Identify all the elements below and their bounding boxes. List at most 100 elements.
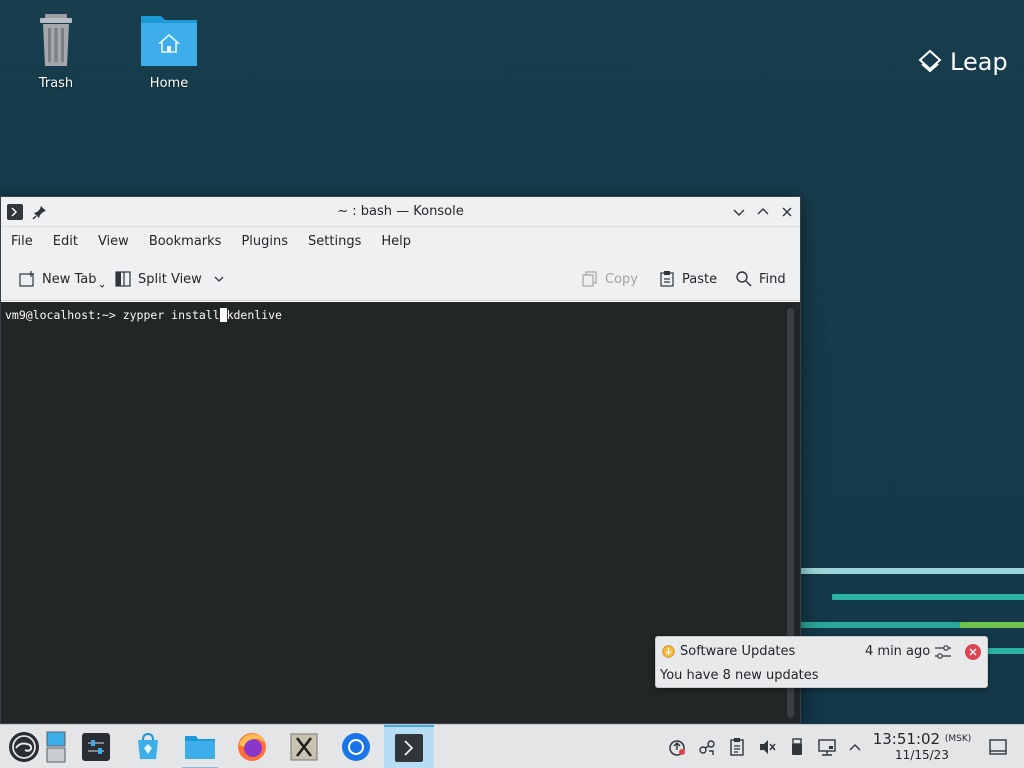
- usb-device-icon: [792, 738, 802, 755]
- clipboard-icon: [730, 738, 744, 756]
- tray-kde-connect[interactable]: [697, 737, 717, 757]
- desktop-pager-icon: [46, 731, 66, 763]
- menu-plugins[interactable]: Plugins: [241, 234, 288, 249]
- digital-clock[interactable]: 13:51:02 (MSK) 11/15/23: [872, 730, 972, 763]
- terminal-cursor: [219, 308, 227, 322]
- menu-edit[interactable]: Edit: [53, 234, 78, 249]
- xterm-icon: [290, 733, 318, 761]
- show-desktop-icon: [989, 739, 1007, 755]
- taskbar-xterm[interactable]: [280, 725, 328, 768]
- network-share-icon: [699, 740, 715, 755]
- wallpaper-stripe: [832, 594, 1024, 600]
- taskbar: 13:51:02 (MSK) 11/15/23: [0, 724, 1024, 768]
- taskbar-firefox[interactable]: [228, 725, 276, 768]
- new-tab-label: New Tab: [42, 271, 97, 287]
- brand-text: Leap: [950, 48, 1008, 76]
- notification-popup[interactable]: Software Updates 4 min ago You have 8 ne…: [655, 636, 988, 688]
- konsole-icon: [395, 734, 423, 762]
- split-view-icon: [115, 271, 131, 287]
- leap-logo-icon: [918, 49, 942, 73]
- home-folder-icon: [139, 10, 199, 70]
- notification-time: 4 min ago: [865, 644, 931, 659]
- show-desktop-button[interactable]: [988, 737, 1008, 757]
- wallpaper-stripe: [790, 568, 1024, 574]
- notification-body: You have 8 new updates: [660, 668, 819, 683]
- notification-header: Software Updates 4 min ago: [656, 637, 987, 665]
- wallpaper-stripe: [960, 622, 1024, 628]
- taskbar-system-settings[interactable]: [72, 725, 120, 768]
- menu-bookmarks[interactable]: Bookmarks: [149, 234, 222, 249]
- tray-clipboard[interactable]: [727, 737, 747, 757]
- chevron-down-icon: [214, 276, 224, 282]
- window-title: ~ : bash — Konsole: [337, 204, 464, 219]
- discover-icon: [138, 732, 158, 759]
- desktop-icon-trash[interactable]: Trash: [16, 10, 96, 91]
- wallpaper-stripe: [790, 622, 960, 628]
- taskbar-chromium[interactable]: [332, 725, 380, 768]
- split-view-label: Split View: [138, 271, 202, 287]
- new-tab-icon: [19, 271, 34, 287]
- copy-button[interactable]: Copy: [581, 268, 638, 290]
- find-button[interactable]: Find: [735, 268, 786, 290]
- toolbar: New Tab Split View Copy Paste Find: [1, 255, 800, 301]
- desktop-icon-home[interactable]: Home: [129, 10, 209, 91]
- close-icon: [782, 207, 792, 217]
- chevron-down-icon: [99, 284, 104, 288]
- system-settings-icon: [82, 733, 110, 761]
- paste-label: Paste: [682, 271, 718, 287]
- close-icon: [965, 644, 981, 660]
- configure-notification-button[interactable]: [933, 642, 953, 662]
- desktop-icon-label: Home: [149, 76, 189, 91]
- taskbar-konsole[interactable]: [384, 725, 434, 768]
- network-wired-icon: [818, 739, 836, 756]
- maximize-button[interactable]: [754, 203, 772, 221]
- terminal-command: zypper install: [122, 308, 220, 322]
- menu-settings[interactable]: Settings: [308, 234, 361, 249]
- firefox-icon: [238, 733, 266, 761]
- settings-sliders-icon: [935, 645, 951, 659]
- terminal-command-rest: kdenlive: [226, 308, 282, 322]
- close-button[interactable]: [778, 203, 796, 221]
- notification-app-name: Software Updates: [680, 644, 796, 659]
- menubar: File Edit View Bookmarks Plugins Setting…: [1, 227, 800, 255]
- tray-expander[interactable]: [845, 737, 865, 757]
- paste-icon: [660, 271, 674, 287]
- chromium-icon: [342, 733, 370, 761]
- tray-updates[interactable]: [667, 737, 687, 757]
- close-notification-button[interactable]: [964, 643, 982, 661]
- terminal-prompt: vm9@localhost:~>: [5, 308, 123, 322]
- find-label: Find: [759, 271, 786, 287]
- search-icon: [736, 271, 752, 287]
- volume-muted-icon: [760, 740, 776, 754]
- taskbar-dolphin[interactable]: [176, 725, 224, 768]
- clock-time: 13:51:02: [872, 730, 941, 748]
- taskbar-discover[interactable]: [124, 725, 172, 768]
- desktop-pager[interactable]: [38, 725, 74, 768]
- paste-button[interactable]: Paste: [658, 268, 717, 290]
- menu-view[interactable]: View: [98, 234, 129, 249]
- copy-icon: [582, 271, 597, 287]
- software-updates-icon: [662, 645, 675, 658]
- update-notification-icon: [669, 740, 685, 756]
- brand-logo: Leap: [918, 48, 1008, 76]
- tray-network[interactable]: [817, 737, 837, 757]
- chevron-up-icon: [757, 208, 769, 215]
- tray-removable-devices[interactable]: [787, 737, 807, 757]
- dolphin-icon: [185, 736, 215, 759]
- trash-icon: [26, 10, 86, 70]
- clock-timezone: (MSK): [944, 734, 972, 744]
- terminal-line: vm9@localhost:~> zypper install kdenlive: [5, 308, 282, 322]
- application-launcher-icon: [9, 732, 39, 762]
- copy-label: Copy: [605, 271, 638, 287]
- window-titlebar[interactable]: ~ : bash — Konsole: [1, 197, 800, 227]
- chevron-up-icon: [849, 744, 861, 751]
- chevron-down-icon: [733, 209, 745, 216]
- tray-volume[interactable]: [757, 737, 777, 757]
- desktop-icon-label: Trash: [38, 76, 74, 91]
- new-tab-button[interactable]: New Tab: [18, 268, 105, 290]
- menu-help[interactable]: Help: [381, 234, 411, 249]
- minimize-button[interactable]: [730, 203, 748, 221]
- menu-file[interactable]: File: [11, 234, 33, 249]
- clock-date: 11/15/23: [895, 748, 949, 762]
- split-view-button[interactable]: Split View: [114, 268, 226, 290]
